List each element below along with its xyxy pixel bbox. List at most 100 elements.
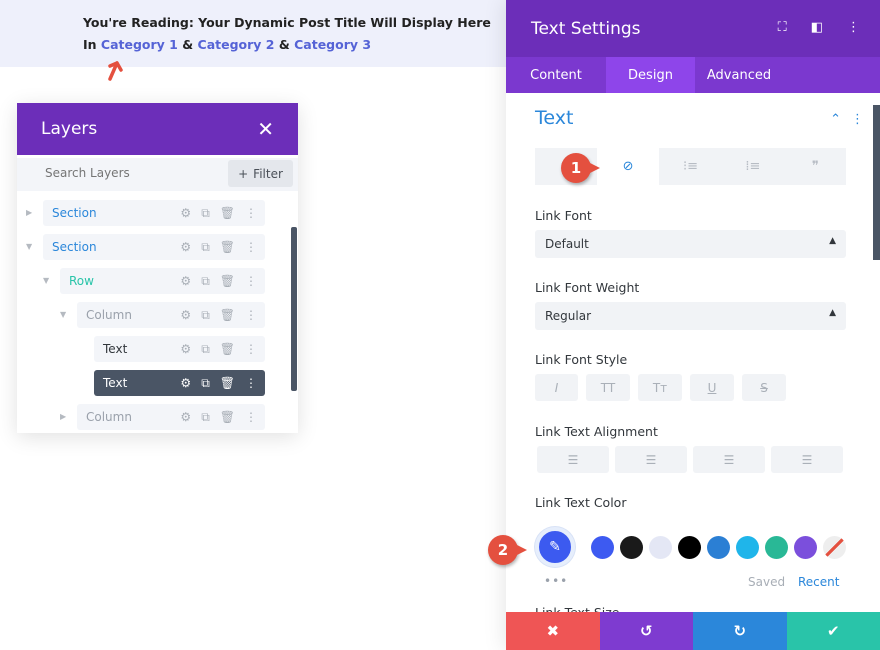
search-input[interactable] <box>45 166 205 180</box>
tab-advanced[interactable]: Advanced <box>695 57 783 93</box>
gear-icon[interactable]: ⚙ <box>180 410 191 425</box>
color-picker-button[interactable]: ✎ <box>535 527 575 567</box>
amp: & <box>278 37 290 52</box>
underline-button[interactable]: U <box>690 374 734 401</box>
undo-button[interactable]: ↺ <box>599 612 693 650</box>
sidebar-icon[interactable]: ◧ <box>811 20 823 35</box>
redo-button[interactable]: ↻ <box>693 612 787 650</box>
link-font-select[interactable]: Default ▲ <box>535 230 846 258</box>
gear-icon[interactable]: ⚙ <box>180 308 191 323</box>
trash-icon[interactable]: 🗑 <box>220 274 235 289</box>
category-1-link[interactable]: Category 1 <box>101 37 178 52</box>
more-icon[interactable]: ⋮ <box>245 274 257 289</box>
cancel-button[interactable]: ✖ <box>506 612 600 650</box>
color-swatch[interactable] <box>765 535 788 559</box>
italic-button[interactable]: I <box>535 374 578 401</box>
section-menu-icon[interactable]: ⋮ <box>851 112 864 127</box>
numbered-list-icon: ⁞≡ <box>745 159 761 174</box>
more-icon[interactable]: ⋮ <box>245 308 257 323</box>
expand-toggle-icon[interactable]: ▶ <box>60 412 66 421</box>
link-weight-select[interactable]: Regular ▲ <box>535 302 846 330</box>
ol-tab[interactable]: ⁞≡ <box>722 148 784 185</box>
duplicate-icon[interactable]: ⧉ <box>201 410 210 425</box>
layer-label: Column <box>86 410 132 424</box>
gear-icon[interactable]: ⚙ <box>180 274 191 289</box>
collapse-icon[interactable]: ⌃ <box>830 112 841 127</box>
color-swatch[interactable] <box>707 535 730 559</box>
strikethrough-button[interactable]: S <box>742 374 786 401</box>
filter-button[interactable]: + Filter <box>228 160 293 187</box>
link-font-value: Default <box>545 237 589 251</box>
gear-icon[interactable]: ⚙ <box>180 342 191 357</box>
align-left-button[interactable]: ☰ <box>537 446 609 473</box>
more-icon[interactable]: ⋮ <box>847 20 860 35</box>
duplicate-icon[interactable]: ⧉ <box>201 308 210 323</box>
save-button[interactable]: ✔ <box>786 612 880 650</box>
align-center-icon: ☰ <box>645 452 657 467</box>
fullscreen-icon[interactable]: ⛶ <box>778 20 787 35</box>
layer-row[interactable]: Column ⚙ ⧉ 🗑 ⋮ <box>77 302 265 328</box>
duplicate-icon[interactable]: ⧉ <box>201 342 210 357</box>
trash-icon[interactable]: 🗑 <box>220 342 235 357</box>
plus-icon: + <box>238 166 249 181</box>
more-icon[interactable]: ⋮ <box>245 376 257 391</box>
close-icon[interactable]: ✕ <box>257 117 274 141</box>
gear-icon[interactable]: ⚙ <box>180 240 191 255</box>
layer-row[interactable]: Column ⚙ ⧉ 🗑 ⋮ <box>77 404 265 430</box>
gear-icon[interactable]: ⚙ <box>180 376 191 391</box>
tab-content[interactable]: Content <box>506 57 606 93</box>
recent-colors-tab[interactable]: Recent <box>798 575 839 589</box>
post-banner: You're Reading: Your Dynamic Post Title … <box>0 0 506 67</box>
capitalize-button[interactable]: Tт <box>638 374 682 401</box>
expand-toggle-icon[interactable]: ▼ <box>26 242 32 251</box>
section-title[interactable]: Text <box>535 107 573 129</box>
more-icon[interactable]: ⋮ <box>245 206 257 221</box>
layers-scrollbar[interactable] <box>291 227 297 391</box>
expand-toggle-icon[interactable]: ▼ <box>43 276 49 285</box>
tab-design[interactable]: Design <box>606 57 695 93</box>
no-color-swatch[interactable] <box>823 535 846 559</box>
layer-row[interactable]: Section ⚙ ⧉ 🗑 ⋮ <box>43 200 265 226</box>
trash-icon[interactable]: 🗑 <box>220 376 235 391</box>
panel-scrollbar[interactable] <box>873 105 880 260</box>
panel-title: Text Settings <box>531 18 641 39</box>
align-right-button[interactable]: ☰ <box>693 446 765 473</box>
layer-row[interactable]: Section ⚙ ⧉ 🗑 ⋮ <box>43 234 265 260</box>
duplicate-icon[interactable]: ⧉ <box>201 274 210 289</box>
saved-colors-tab[interactable]: Saved <box>748 575 785 589</box>
layers-title: Layers <box>41 119 98 139</box>
category-3-link[interactable]: Category 3 <box>294 37 371 52</box>
more-icon[interactable]: ⋮ <box>245 342 257 357</box>
more-icon[interactable]: ⋮ <box>245 240 257 255</box>
color-swatch[interactable] <box>794 535 817 559</box>
align-center-button[interactable]: ☰ <box>615 446 687 473</box>
layer-row[interactable]: Row ⚙ ⧉ 🗑 ⋮ <box>60 268 265 294</box>
expand-toggle-icon[interactable]: ▶ <box>26 208 32 217</box>
layer-row[interactable]: Text ⚙ ⧉ 🗑 ⋮ <box>94 370 265 396</box>
color-swatch[interactable] <box>620 535 643 559</box>
color-swatch[interactable] <box>736 535 759 559</box>
quote-tab[interactable]: ❞ <box>784 148 847 185</box>
more-colors-icon[interactable]: ••• <box>544 574 568 588</box>
uppercase-button[interactable]: TT <box>586 374 630 401</box>
more-icon[interactable]: ⋮ <box>245 410 257 425</box>
trash-icon[interactable]: 🗑 <box>220 308 235 323</box>
duplicate-icon[interactable]: ⧉ <box>201 240 210 255</box>
color-swatch[interactable] <box>591 535 614 559</box>
category-2-link[interactable]: Category 2 <box>198 37 275 52</box>
color-swatch[interactable] <box>678 535 701 559</box>
expand-toggle-icon[interactable]: ▼ <box>60 310 66 319</box>
trash-icon[interactable]: 🗑 <box>220 410 235 425</box>
trash-icon[interactable]: 🗑 <box>220 240 235 255</box>
ul-tab[interactable]: ⁝≡ <box>659 148 722 185</box>
duplicate-icon[interactable]: ⧉ <box>201 376 210 391</box>
align-justify-button[interactable]: ☰ <box>771 446 843 473</box>
trash-icon[interactable]: 🗑 <box>220 206 235 221</box>
layer-row[interactable]: Text ⚙ ⧉ 🗑 ⋮ <box>94 336 265 362</box>
gear-icon[interactable]: ⚙ <box>180 206 191 221</box>
link-tab[interactable]: ⊘ <box>597 148 659 185</box>
layers-search: + Filter <box>17 158 298 191</box>
color-swatch[interactable] <box>649 535 672 559</box>
duplicate-icon[interactable]: ⧉ <box>201 206 210 221</box>
panel-header: Text Settings ⛶ ◧ ⋮ <box>506 0 880 57</box>
